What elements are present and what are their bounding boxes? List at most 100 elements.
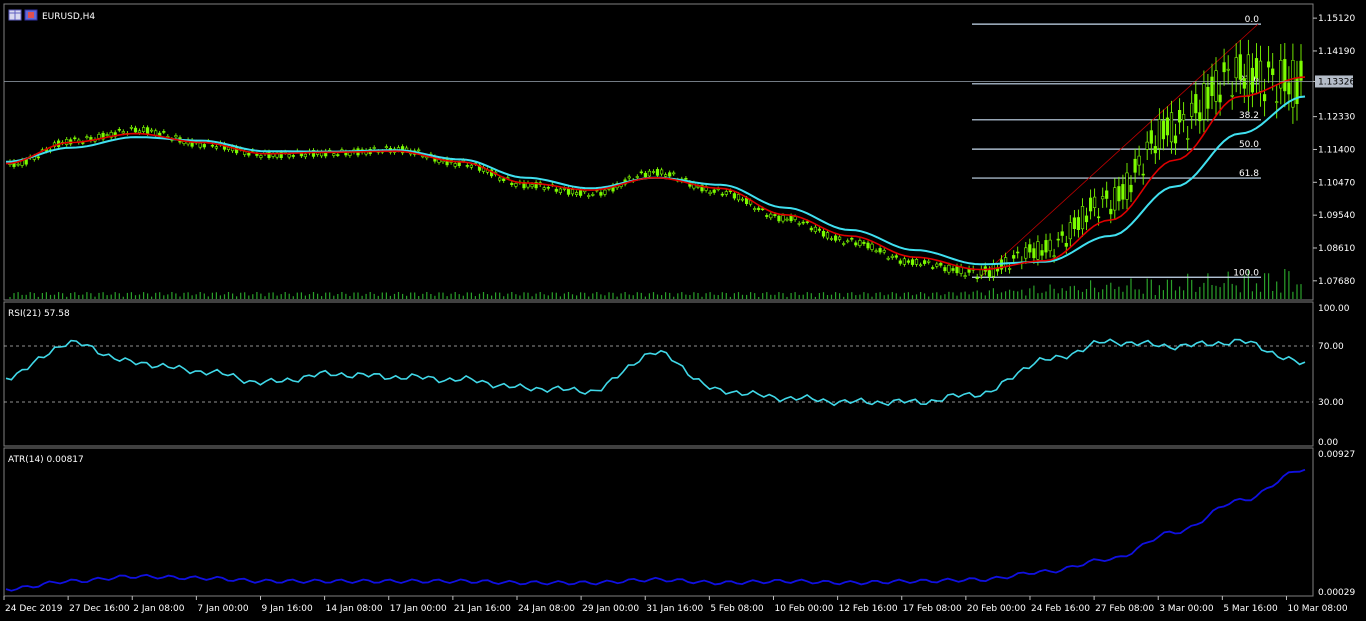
volume-bar: [215, 292, 217, 299]
candle-body: [1129, 184, 1133, 193]
volume-bar: [547, 295, 549, 299]
atr-tick-label: 0.00927: [1318, 450, 1355, 460]
volume-bar: [903, 292, 905, 299]
candle-body: [866, 242, 870, 249]
candle-body: [1137, 155, 1141, 166]
volume-bar: [264, 296, 266, 299]
time-tick-label: 5 Mar 16:00: [1223, 604, 1278, 614]
volume-bar: [725, 293, 727, 299]
candle-body: [757, 207, 761, 211]
volume-bar: [810, 293, 812, 299]
volume-bar: [1118, 286, 1120, 299]
candle-body: [1246, 54, 1250, 97]
volume-bar: [195, 294, 197, 299]
volume-bar: [790, 293, 792, 299]
candle-body: [663, 174, 668, 177]
volume-bar: [1264, 273, 1266, 299]
volume-bar: [74, 292, 76, 299]
volume-bar: [365, 293, 367, 299]
volume-bar: [377, 295, 379, 299]
candle-body: [1153, 146, 1157, 154]
candle-body: [1254, 58, 1259, 79]
candle-body: [133, 127, 138, 133]
volume-bar: [134, 295, 137, 299]
volume-bar: [968, 294, 970, 299]
price-tick-label: 1.09540: [1318, 211, 1355, 221]
time-tick-label: 21 Jan 16:00: [454, 604, 511, 614]
volume-bar: [33, 293, 35, 299]
volume-bar: [296, 292, 298, 299]
candle-body: [1052, 255, 1056, 258]
price-tick-label: 1.15120: [1318, 14, 1355, 24]
volume-bar: [940, 295, 942, 299]
volume-bar: [543, 294, 545, 299]
volume-bar: [434, 295, 436, 299]
candle-body: [805, 221, 809, 223]
volume-bar: [1296, 284, 1298, 299]
candle-body: [817, 228, 821, 231]
volume-bar: [758, 297, 760, 299]
chart-area[interactable]: 0.023.638.250.061.8100.0 1.151201.141901…: [0, 0, 1366, 621]
volume-bar: [964, 291, 966, 299]
candle-body: [712, 189, 716, 193]
volume-bar: [830, 294, 833, 299]
candle-body: [967, 268, 971, 273]
volume-bar: [766, 292, 768, 299]
volume-bar: [357, 292, 359, 299]
candle-body: [303, 153, 308, 158]
volume-bar: [118, 293, 120, 299]
volume-bar: [1231, 283, 1233, 299]
candle-body: [797, 223, 801, 225]
candle-body: [259, 155, 263, 158]
volume-bar: [1174, 290, 1177, 299]
candle-body: [1024, 247, 1028, 259]
candle-body: [1089, 197, 1093, 212]
candle-body: [914, 258, 919, 265]
candle-body: [643, 172, 647, 178]
volume-bar: [697, 293, 699, 299]
price-panel[interactable]: [3, 3, 1314, 301]
rsi-panel[interactable]: [3, 301, 1314, 447]
volume-bar: [276, 295, 278, 299]
candle-body: [659, 169, 664, 175]
atr-panel[interactable]: [3, 447, 1314, 597]
volume-bar: [66, 296, 68, 299]
volume-bar: [1292, 291, 1294, 299]
candle-body: [809, 227, 813, 231]
volume-bar: [1255, 283, 1258, 299]
volume-bar: [948, 291, 950, 299]
volume-bar: [644, 296, 646, 299]
candle-body: [918, 264, 923, 267]
volume-bar: [187, 292, 189, 299]
candle-body: [469, 164, 474, 168]
time-tick-label: 24 Feb 16:00: [1031, 604, 1090, 614]
candle-body: [210, 144, 215, 147]
volume-bar: [887, 294, 889, 299]
volume-bar: [268, 292, 270, 299]
candle-body: [348, 152, 352, 156]
volume-bar: [737, 292, 740, 299]
volume-bar: [1073, 285, 1075, 299]
volume-bar: [527, 292, 529, 299]
volume-bar: [442, 292, 444, 299]
volume-bar: [1300, 284, 1302, 299]
candle-body: [842, 243, 846, 245]
candle-body: [1149, 130, 1153, 144]
volume-bar: [29, 292, 31, 299]
candle-body: [943, 267, 947, 272]
candle-body: [336, 154, 340, 156]
fib-level-label: 0.0: [1245, 15, 1260, 25]
candle-body: [765, 215, 769, 217]
volume-bar: [138, 294, 141, 299]
volume-bar: [341, 292, 343, 299]
candle-body: [878, 248, 882, 253]
time-tick-label: 9 Jan 16:00: [261, 604, 313, 614]
volume-bar: [333, 295, 335, 299]
volume-bar: [952, 292, 954, 299]
candle-body: [85, 136, 89, 138]
candle-body: [1222, 62, 1226, 73]
candle-body: [578, 190, 583, 196]
candle-body: [574, 192, 579, 196]
ma-fast-line: [5, 76, 1306, 271]
volume-bar: [802, 294, 804, 299]
